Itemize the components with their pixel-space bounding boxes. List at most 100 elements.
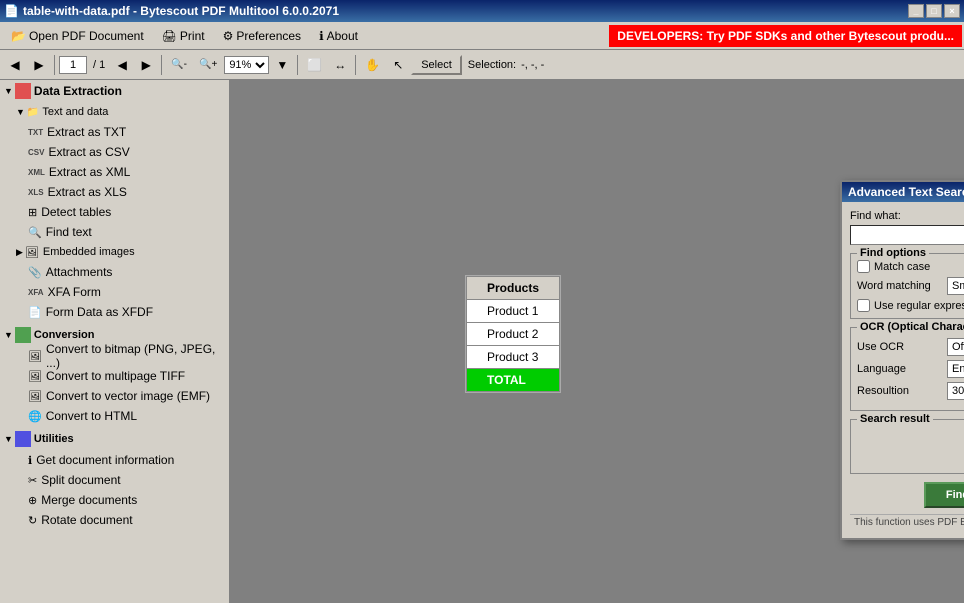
find-what-input[interactable]: [850, 225, 964, 245]
sidebar-extract-xls[interactable]: XLS Extract as XLS: [0, 182, 229, 202]
sidebar-merge-docs[interactable]: ⊕ Merge documents: [0, 490, 229, 510]
sidebar-convert-emf[interactable]: 🖼 Convert to vector image (EMF): [0, 386, 229, 406]
txt-icon: TXT: [28, 128, 43, 137]
prev-page-button[interactable]: ◀: [111, 54, 133, 76]
sep-1: [54, 55, 55, 75]
folder-icon: 📁: [27, 107, 39, 118]
match-case-checkbox[interactable]: [857, 260, 870, 273]
sidebar-extract-csv[interactable]: CSV Extract as CSV: [0, 142, 229, 162]
pdf-table: Products Product 1 Product 2 Product 3 T…: [466, 276, 560, 392]
utilities-expand-icon[interactable]: ▼: [4, 434, 13, 444]
use-ocr-row: Use OCR Off ▼: [857, 338, 964, 356]
select-button[interactable]: Select: [411, 55, 462, 75]
use-regex-checkbox[interactable]: [857, 299, 870, 312]
data-extraction-icon: [15, 83, 31, 99]
zoom-out-button[interactable]: 🔍-: [166, 54, 192, 76]
maximize-button[interactable]: □: [926, 4, 942, 18]
resolution-select[interactable]: 300: [947, 382, 964, 400]
sidebar-split-doc[interactable]: ✂ Split document: [0, 470, 229, 490]
sidebar-convert-html[interactable]: 🌐 Convert to HTML: [0, 406, 229, 426]
next-page-button[interactable]: ▶: [135, 54, 157, 76]
sidebar-convert-bitmap[interactable]: 🖼 Convert to bitmap (PNG, JPEG, ...): [0, 346, 229, 366]
minimize-button[interactable]: _: [908, 4, 924, 18]
info-icon: ℹ: [28, 454, 32, 467]
hand-button[interactable]: ✋: [360, 54, 385, 76]
csv-icon: CSV: [28, 148, 44, 157]
use-ocr-select[interactable]: Off: [947, 338, 964, 356]
xfa-icon: XFA: [28, 288, 44, 297]
sidebar-doc-info[interactable]: ℹ Get document information: [0, 450, 229, 470]
main-layout: ▼ Data Extraction ▼ 📁 Text and data TXT …: [0, 80, 964, 603]
resolution-label: Resoultion: [857, 385, 947, 397]
menu-print[interactable]: 🖨 Print: [153, 25, 214, 47]
sidebar: ▼ Data Extraction ▼ 📁 Text and data TXT …: [0, 80, 230, 603]
app-icon: 📄: [4, 4, 19, 18]
rotate-icon: ↻: [28, 514, 37, 527]
word-matching-select[interactable]: Smart Match: [947, 277, 964, 295]
fit-page-button[interactable]: ⬜: [302, 54, 327, 76]
menu-preferences[interactable]: ⚙ Preferences: [214, 25, 310, 47]
utilities-header[interactable]: Utilities: [34, 433, 74, 445]
fit-width-button[interactable]: ↔: [329, 54, 351, 76]
menu-open[interactable]: 📂 Open PDF Document: [2, 25, 153, 47]
split-icon: ✂: [28, 474, 37, 487]
ocr-legend: OCR (Optical Character Recognition): [857, 321, 964, 333]
xml-icon: XML: [28, 168, 45, 177]
utilities-icon: [15, 431, 31, 447]
zoom-in-button[interactable]: 🔍+: [194, 54, 222, 76]
bitmap-icon: 🖼: [28, 350, 42, 363]
sep-2: [161, 55, 162, 75]
table-row: Product 1: [467, 300, 560, 323]
sidebar-rotate-doc[interactable]: ↻ Rotate document: [0, 510, 229, 530]
sidebar-extract-txt[interactable]: TXT Extract as TXT: [0, 122, 229, 142]
conversion-icon: [15, 327, 31, 343]
form-icon: 📄: [28, 306, 42, 319]
pointer-button[interactable]: ↖: [387, 54, 409, 76]
forward-button[interactable]: ▶: [28, 54, 50, 76]
zoom-dropdown-button[interactable]: ▼: [271, 54, 293, 76]
conversion-header[interactable]: Conversion: [34, 329, 95, 341]
language-row: Language English ▼: [857, 360, 964, 378]
back-button[interactable]: ◀: [4, 54, 26, 76]
toolbar: ◀ ▶ / 1 ◀ ▶ 🔍- 🔍+ 91% ▼ ⬜ ↔ ✋ ↖ Select S…: [0, 50, 964, 80]
page-input[interactable]: [59, 56, 87, 74]
images-expand-icon: ▶: [16, 247, 23, 258]
text-data-expand-icon[interactable]: ▼: [16, 107, 25, 117]
selection-label: Selection:: [468, 59, 516, 71]
word-matching-row: Word matching Smart Match ▼: [857, 277, 964, 295]
html-icon: 🌐: [28, 410, 42, 423]
about-icon: ℹ: [319, 29, 324, 43]
find-next-button[interactable]: Find Next: [924, 482, 964, 508]
sidebar-extract-xml[interactable]: XML Extract as XML: [0, 162, 229, 182]
data-extraction-header[interactable]: Data Extraction: [34, 80, 122, 102]
xls-icon: XLS: [28, 188, 44, 197]
use-ocr-label: Use OCR: [857, 341, 947, 353]
title-text: table-with-data.pdf - Bytescout PDF Mult…: [23, 4, 339, 18]
menu-about[interactable]: ℹ About: [310, 25, 367, 47]
sidebar-detect-tables[interactable]: ⊞ Detect tables: [0, 202, 229, 222]
search-result-legend: Search result: [857, 413, 933, 425]
window-controls[interactable]: _ □ ×: [908, 4, 960, 18]
table-icon: ⊞: [28, 206, 37, 219]
ocr-group: OCR (Optical Character Recognition) Use …: [850, 327, 964, 411]
sidebar-xfa-form[interactable]: XFA XFA Form: [0, 282, 229, 302]
sidebar-form-data[interactable]: 📄 Form Data as XFDF: [0, 302, 229, 322]
zoom-select[interactable]: 91%: [224, 56, 269, 74]
selection-value: -, -, -: [521, 59, 544, 71]
close-button[interactable]: ×: [944, 4, 960, 18]
word-matching-label: Word matching: [857, 280, 947, 292]
sep-4: [355, 55, 356, 75]
open-icon: 📂: [11, 29, 26, 43]
menu-bar: 📂 Open PDF Document 🖨 Print ⚙ Preference…: [0, 22, 964, 50]
conversion-expand-icon[interactable]: ▼: [4, 330, 13, 340]
sidebar-find-text[interactable]: 🔍 Find text: [0, 222, 229, 242]
dev-banner: DEVELOPERS: Try PDF SDKs and other Bytes…: [609, 25, 962, 47]
sidebar-embedded-images[interactable]: ▶ 🖼 Embedded images: [0, 242, 229, 262]
data-extraction-expand-icon[interactable]: ▼: [4, 86, 13, 96]
attach-icon: 📎: [28, 266, 42, 279]
language-select[interactable]: English: [947, 360, 964, 378]
table-header-products: Products: [467, 277, 560, 300]
sidebar-attachments[interactable]: 📎 Attachments: [0, 262, 229, 282]
title-bar: 📄 table-with-data.pdf - Bytescout PDF Mu…: [0, 0, 964, 22]
match-case-label: Match case: [874, 261, 930, 273]
